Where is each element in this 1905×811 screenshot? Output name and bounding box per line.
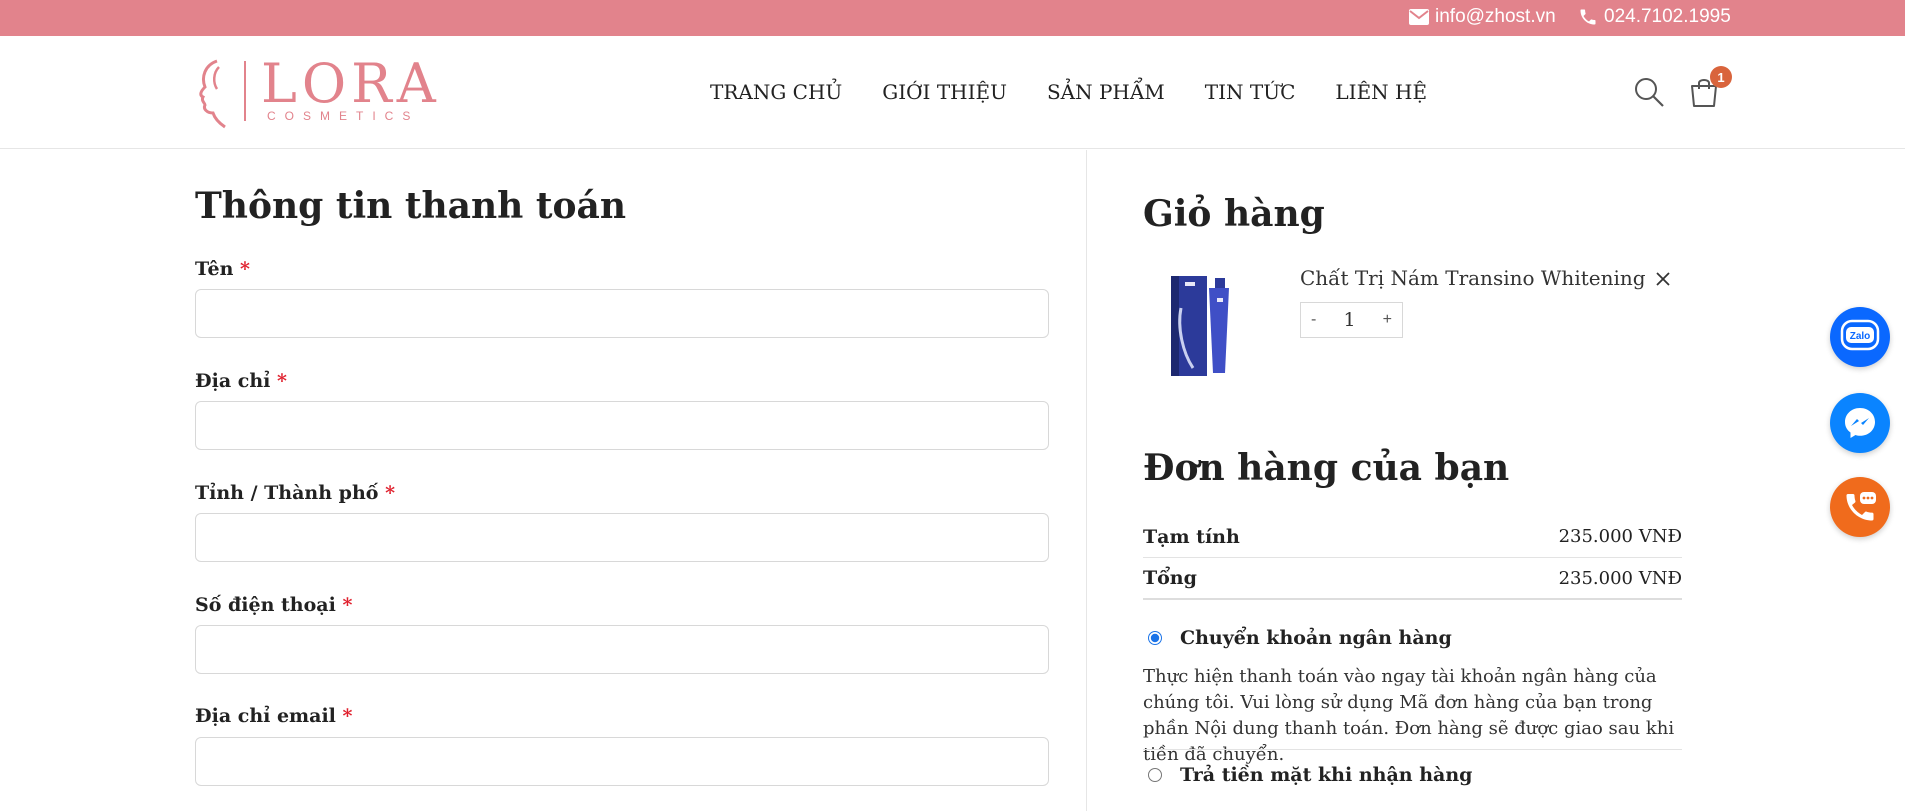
phone-text: 024.7102.1995 (1604, 6, 1731, 27)
subtotal-row: Tạm tính 235.000 VNĐ (1143, 516, 1682, 558)
cart-count-badge: 1 (1710, 66, 1732, 88)
nav-home[interactable]: TRANG CHỦ (710, 80, 842, 104)
address-label: Địa chỉ * (195, 370, 287, 392)
total-row: Tổng 235.000 VNĐ (1143, 558, 1682, 600)
remove-item-icon[interactable] (1652, 268, 1674, 290)
search-icon[interactable] (1633, 76, 1665, 108)
call-button[interactable] (1830, 477, 1890, 537)
top-contact-bar: info@zhost.vn 024.7102.1995 (0, 0, 1905, 36)
cart-title: Giỏ hàng (1143, 193, 1325, 235)
address-label-text: Địa chỉ (195, 370, 271, 392)
subtotal-label: Tạm tính (1143, 525, 1240, 548)
payment-option-cod[interactable]: Trả tiền mặt khi nhận hàng (1148, 764, 1472, 786)
nav-products[interactable]: SẢN PHẨM (1047, 80, 1165, 104)
cart-item-name[interactable]: Chất Trị Nám Transino Whitening (1300, 266, 1646, 290)
nav-about[interactable]: GIỚI THIỆU (882, 80, 1007, 104)
zalo-text: Zalo (1850, 331, 1871, 342)
site-logo[interactable]: LORA COSMETICS (195, 57, 436, 129)
address-field[interactable] (195, 401, 1049, 450)
face-silhouette-icon (199, 59, 226, 129)
required-mark: * (342, 705, 353, 727)
qty-value[interactable]: 1 (1343, 309, 1355, 331)
email-label-text: Địa chỉ email (195, 705, 336, 727)
product-image[interactable] (1163, 268, 1243, 380)
qty-decrease-button[interactable]: - (1311, 311, 1316, 329)
phone-label-text: Số điện thoại (195, 594, 336, 616)
zalo-icon: Zalo (1840, 319, 1880, 351)
email-text: info@zhost.vn (1435, 6, 1556, 27)
cod-label: Trả tiền mặt khi nhận hàng (1180, 764, 1473, 786)
total-value: 235.000 VNĐ (1558, 567, 1682, 589)
bank-transfer-radio[interactable] (1148, 631, 1162, 645)
phone-field[interactable] (195, 625, 1049, 674)
bank-transfer-label: Chuyển khoản ngân hàng (1180, 627, 1452, 649)
mail-icon (1409, 9, 1429, 25)
order-title: Đơn hàng của bạn (1143, 447, 1510, 489)
required-mark: * (240, 258, 250, 280)
email-field[interactable] (195, 737, 1049, 786)
phone-contact[interactable]: 024.7102.1995 (1578, 6, 1731, 28)
name-field[interactable] (195, 289, 1049, 338)
city-label: Tỉnh / Thành phố * (195, 482, 395, 504)
phone-label: Số điện thoại * (195, 594, 352, 616)
city-field[interactable] (195, 513, 1049, 562)
messenger-button[interactable] (1830, 393, 1890, 453)
logo-divider (244, 61, 246, 121)
payment-option-bank[interactable]: Chuyển khoản ngân hàng (1148, 627, 1452, 649)
zalo-button[interactable]: Zalo (1830, 307, 1890, 367)
phone-icon (1580, 9, 1596, 25)
city-label-text: Tỉnh / Thành phố (195, 482, 379, 504)
quantity-stepper: - 1 + (1300, 302, 1403, 338)
required-mark: * (342, 594, 353, 616)
qty-increase-button[interactable]: + (1383, 311, 1392, 329)
subtotal-value: 235.000 VNĐ (1558, 526, 1682, 547)
main-nav: TRANG CHỦ GIỚI THIỆU SẢN PHẨM TIN TỨC LI… (710, 80, 1427, 104)
column-divider (1086, 150, 1087, 811)
name-label: Tên * (195, 258, 250, 280)
logo-subtitle: COSMETICS (267, 109, 420, 123)
messenger-icon (1845, 408, 1875, 438)
required-mark: * (276, 370, 287, 392)
nav-news[interactable]: TIN TỨC (1205, 80, 1296, 104)
bank-transfer-description: Thực hiện thanh toán vào ngay tài khoản … (1143, 666, 1675, 765)
payment-separator (1143, 749, 1682, 750)
logo-brand: LORA (261, 52, 441, 115)
phone-call-icon (1846, 492, 1876, 521)
cod-radio[interactable] (1148, 768, 1162, 782)
required-mark: * (385, 482, 395, 504)
site-header: LORA COSMETICS TRANG CHỦ GIỚI THIỆU SẢN … (0, 36, 1905, 149)
total-label: Tổng (1143, 567, 1197, 589)
name-label-text: Tên (195, 258, 234, 280)
email-label: Địa chỉ email * (195, 705, 352, 727)
nav-contact[interactable]: LIÊN HỆ (1335, 80, 1427, 104)
email-contact[interactable]: info@zhost.vn (1409, 6, 1556, 28)
billing-title: Thông tin thanh toán (195, 185, 627, 227)
